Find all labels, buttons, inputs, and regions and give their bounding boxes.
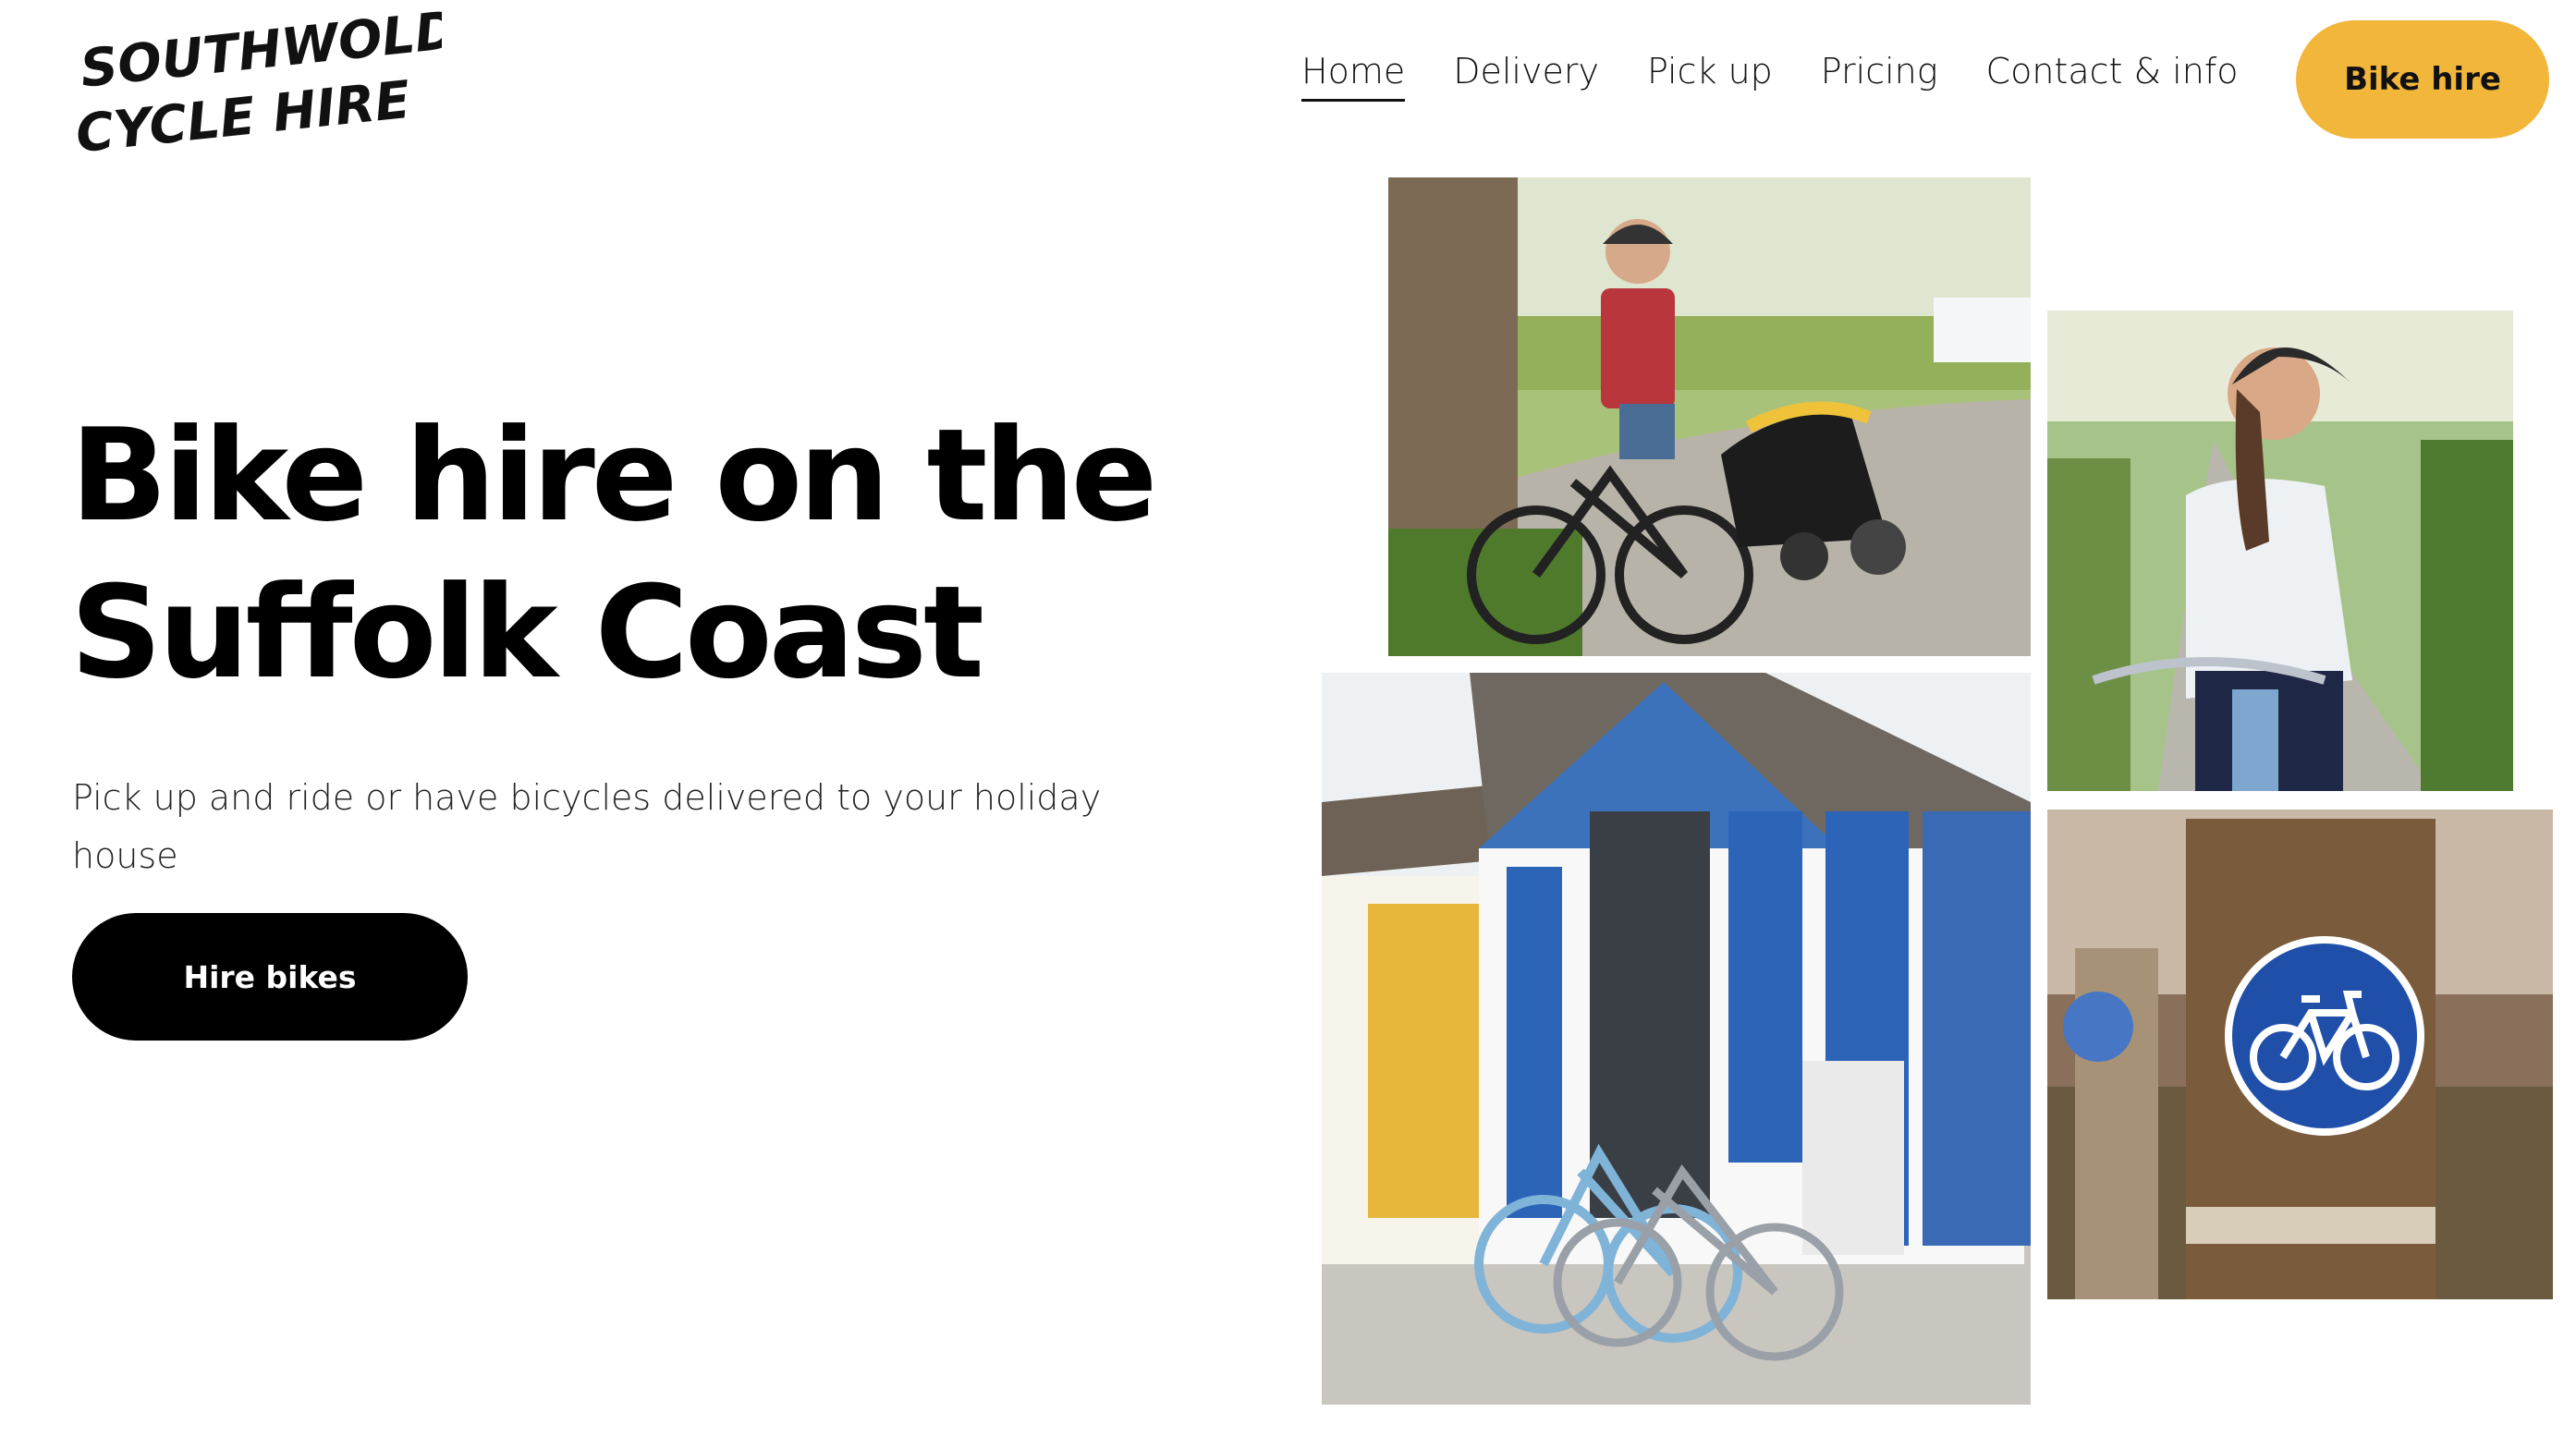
logo-wordmark: SOUTHWOLD CYCLE HIRE <box>73 0 461 164</box>
hero-title-line2: Suffolk Coast <box>70 558 984 707</box>
main-nav: Home Delivery Pick up Pricing Contact & … <box>1301 51 2238 102</box>
nav-delivery[interactable]: Delivery <box>1453 51 1599 102</box>
hero-title: Bike hire on the Suffolk Coast <box>70 397 1179 712</box>
photo-beach-huts-bicycles <box>1322 673 2031 1405</box>
photo-cyclist-with-child-trailer <box>1388 177 2031 656</box>
nav-pick-up[interactable]: Pick up <box>1647 51 1773 102</box>
hire-bikes-button[interactable]: Hire bikes <box>72 913 468 1041</box>
nav-home[interactable]: Home <box>1301 51 1406 102</box>
bike-hire-button[interactable]: Bike hire <box>2296 20 2549 139</box>
nav-pricing[interactable]: Pricing <box>1821 51 1938 102</box>
nav-contact-info[interactable]: Contact & info <box>1986 51 2239 102</box>
hero-subtitle: Pick up and ride or have bicycles delive… <box>72 777 1102 876</box>
photo-cycle-route-sign <box>2047 810 2553 1299</box>
site-logo[interactable]: SOUTHWOLD CYCLE HIRE <box>72 0 461 164</box>
hero-title-line1: Bike hire on the <box>70 401 1157 550</box>
photo-woman-cycling <box>2047 310 2513 791</box>
